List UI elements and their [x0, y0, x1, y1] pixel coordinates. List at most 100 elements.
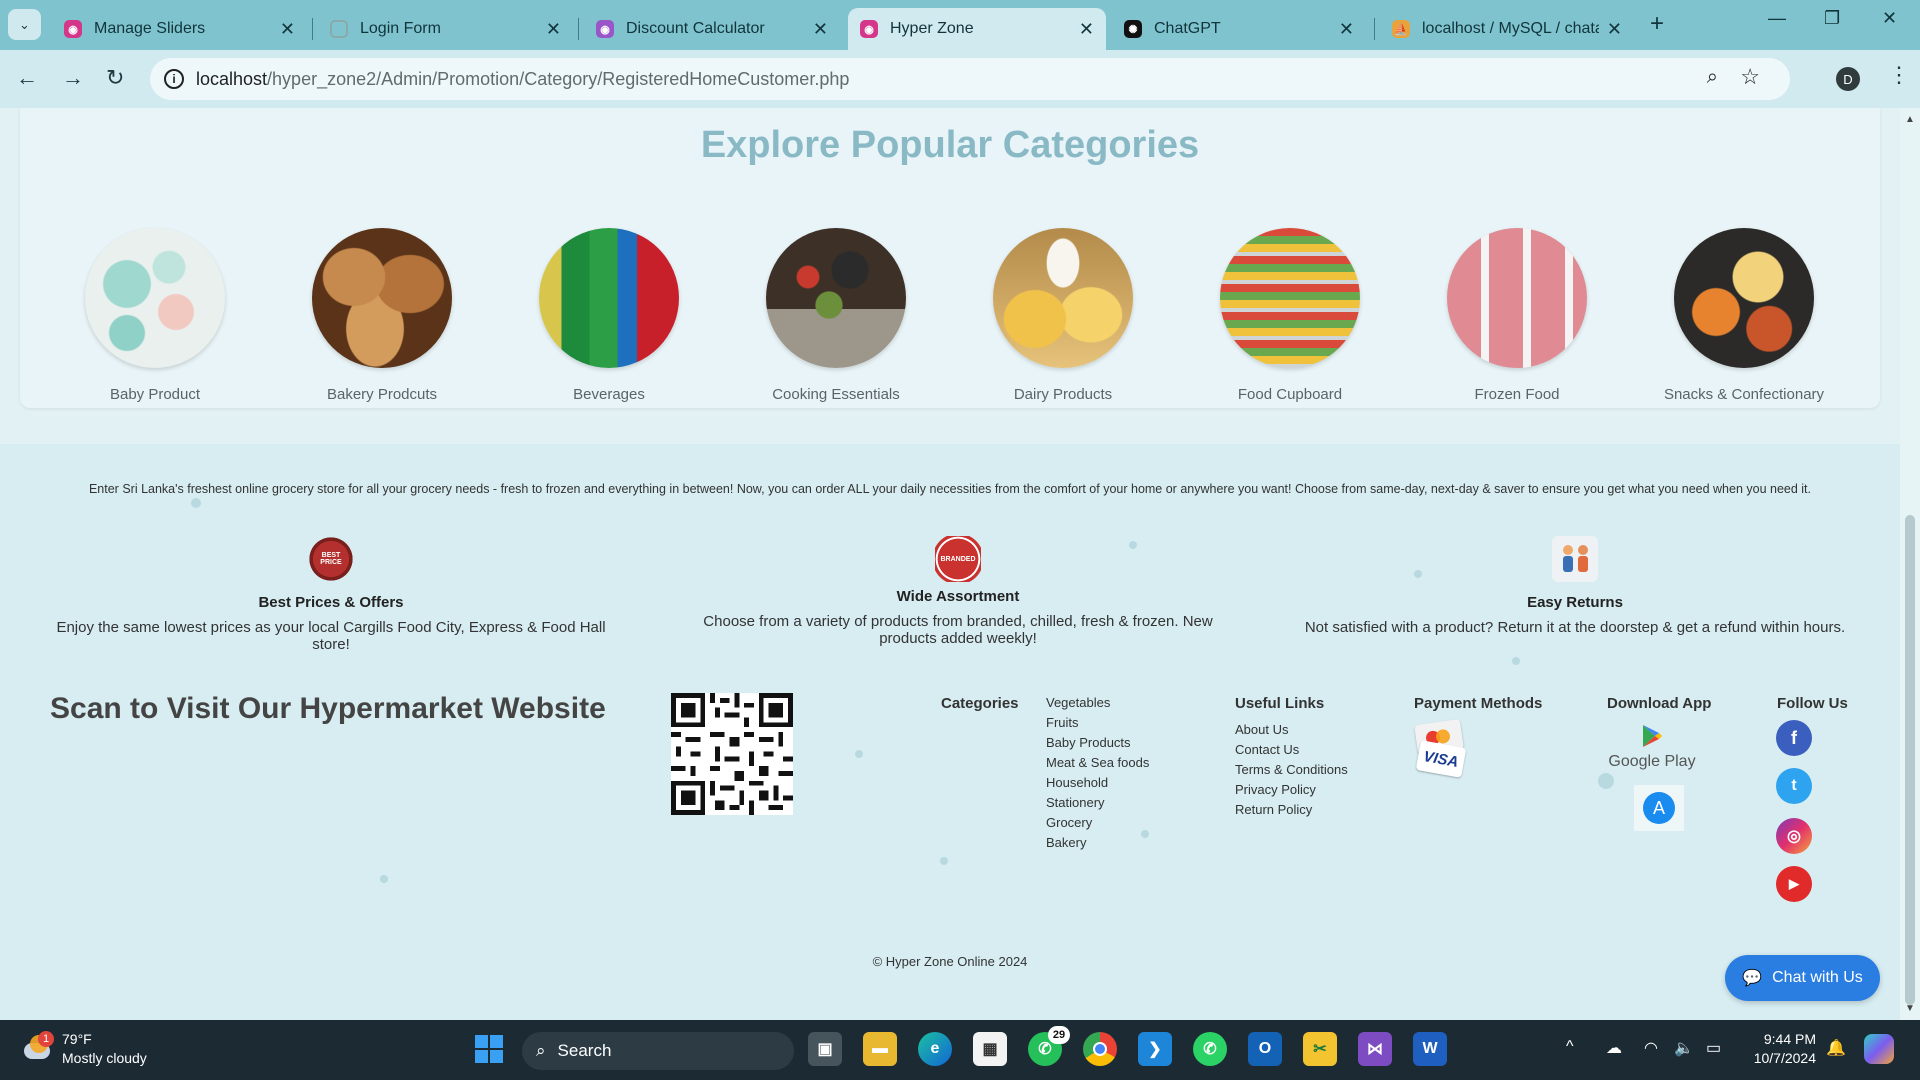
copilot-icon[interactable]	[1864, 1034, 1894, 1064]
menu-kebab-icon[interactable]: ⋮	[1888, 62, 1910, 88]
footer-link-grocery[interactable]: Grocery	[1046, 813, 1149, 833]
decorative-dot	[940, 857, 948, 865]
footer-link-fruits[interactable]: Fruits	[1046, 713, 1149, 733]
profile-avatar[interactable]: D	[1836, 67, 1860, 91]
close-icon[interactable]: ✕	[1339, 19, 1354, 40]
microsoft-store-icon[interactable]: ▦	[973, 1032, 1007, 1066]
scroll-down-arrow-icon[interactable]: ▼	[1905, 1003, 1915, 1014]
tab-login-form[interactable]: Login Form ✕	[318, 8, 573, 50]
instagram-icon[interactable]: ◎	[1776, 818, 1812, 854]
decorative-dot	[191, 498, 201, 508]
address-bar[interactable]: i localhost/hyper_zone2/Admin/Promotion/…	[150, 58, 1790, 100]
bookmark-star-icon[interactable]: ☆	[1740, 64, 1760, 90]
close-icon[interactable]: ✕	[1607, 19, 1622, 40]
category-snacks[interactable]: Snacks & Confectionary	[1654, 228, 1834, 403]
scrollbar-thumb[interactable]	[1905, 515, 1915, 1005]
tab-divider	[1374, 18, 1375, 40]
file-explorer-icon[interactable]: ▬	[863, 1032, 897, 1066]
wifi-icon[interactable]: ◠	[1644, 1038, 1658, 1058]
footer-link-bakery[interactable]: Bakery	[1046, 833, 1149, 853]
weather-widget[interactable]: 1 79°F Mostly cloudy	[20, 1030, 147, 1068]
zoom-icon[interactable]: ⌕	[1707, 66, 1718, 89]
word-icon[interactable]: W	[1413, 1032, 1447, 1066]
chrome-icon[interactable]	[1083, 1032, 1117, 1066]
site-favicon-icon: ◉	[860, 20, 878, 38]
tab-title: Login Form	[360, 20, 441, 37]
tab-search-button[interactable]: ⌄	[8, 9, 41, 40]
url-text[interactable]: localhost/hyper_zone2/Admin/Promotion/Ca…	[196, 69, 849, 90]
tab-chatgpt[interactable]: ✺ ChatGPT ✕	[1112, 8, 1366, 50]
category-label: Food Cupboard	[1237, 386, 1343, 403]
outlook-icon[interactable]: O	[1248, 1032, 1282, 1066]
copyright: © Hyper Zone Online 2024	[872, 954, 1028, 969]
close-icon[interactable]: ✕	[280, 19, 295, 40]
footer-link-meat-seafood[interactable]: Meat & Sea foods	[1046, 753, 1149, 773]
category-label: Baby Product	[109, 386, 201, 403]
windows-start-icon[interactable]	[472, 1032, 506, 1066]
visual-studio-icon[interactable]: ⋈	[1358, 1032, 1392, 1066]
app-store-badge[interactable]: A	[1634, 785, 1684, 831]
show-hidden-icons-chevron-icon[interactable]: ^	[1566, 1038, 1574, 1056]
download-column: Download App Google Play A	[1607, 695, 1711, 831]
twitter-icon[interactable]: t	[1776, 768, 1812, 804]
new-tab-icon[interactable]: +	[1650, 10, 1664, 38]
chat-with-us-button[interactable]: 💬 Chat with Us	[1725, 955, 1880, 1001]
snack-bowls-image	[1674, 228, 1814, 368]
snipping-tool-icon[interactable]: ✂	[1303, 1032, 1337, 1066]
scroll-up-arrow-icon[interactable]: ▲	[1905, 114, 1915, 125]
category-baby-product[interactable]: Baby Product	[65, 228, 245, 403]
google-play-badge[interactable]: Google Play	[1607, 724, 1697, 771]
volume-icon[interactable]: 🔈	[1674, 1038, 1694, 1058]
footer-link-vegetables[interactable]: Vegetables	[1046, 693, 1149, 713]
category-food-cupboard[interactable]: Food Cupboard	[1200, 228, 1380, 403]
categories-heading: Categories	[941, 695, 1019, 712]
task-view-icon[interactable]: ▣	[808, 1032, 842, 1066]
taskbar-clock[interactable]: 9:44 PM 10/7/2024	[1742, 1030, 1816, 1068]
category-cooking-essentials[interactable]: Cooking Essentials	[746, 228, 926, 403]
footer-link-household[interactable]: Household	[1046, 773, 1149, 793]
cloud-icon: 1	[20, 1031, 54, 1063]
vscode-icon[interactable]: ❯	[1138, 1032, 1172, 1066]
category-beverages[interactable]: Beverages	[519, 228, 699, 403]
category-dairy[interactable]: Dairy Products	[973, 228, 1153, 403]
footer-link-terms[interactable]: Terms & Conditions	[1235, 760, 1348, 780]
tab-manage-sliders[interactable]: ◉ Manage Sliders ✕	[52, 8, 307, 50]
tab-hyper-zone[interactable]: ◉ Hyper Zone ✕	[848, 8, 1106, 50]
close-window-icon[interactable]: ✕	[1882, 8, 1897, 29]
onedrive-icon[interactable]: ☁	[1606, 1038, 1622, 1058]
qr-code[interactable]	[671, 693, 793, 815]
category-label: Dairy Products	[1013, 386, 1113, 403]
category-frozen-food[interactable]: Frozen Food	[1427, 228, 1607, 403]
footer-link-stationery[interactable]: Stationery	[1046, 793, 1149, 813]
notification-bell-icon[interactable]: 🔔	[1826, 1038, 1846, 1058]
footer-link-contact[interactable]: Contact Us	[1235, 740, 1348, 760]
best-price-badge-icon: BEST PRICE	[308, 536, 354, 582]
whatsapp-icon[interactable]: ✆ 29	[1028, 1026, 1070, 1066]
facebook-icon[interactable]: f	[1776, 720, 1812, 756]
tab-phpmyadmin[interactable]: ⛵ localhost / MySQL / chatap ✕	[1380, 8, 1634, 50]
category-bakery[interactable]: Bakery Prodcuts	[292, 228, 472, 403]
tab-discount-calculator[interactable]: ◉ Discount Calculator ✕	[584, 8, 840, 50]
close-icon[interactable]: ✕	[1079, 19, 1094, 40]
forward-icon[interactable]: →	[62, 65, 84, 91]
payment-heading: Payment Methods	[1414, 695, 1543, 712]
search-icon: ⌕	[536, 1041, 546, 1060]
taskbar-search[interactable]: ⌕ Search	[522, 1032, 794, 1070]
reload-icon[interactable]: ↻	[106, 65, 124, 91]
whatsapp-desktop-icon[interactable]: ✆	[1193, 1032, 1227, 1066]
edge-icon[interactable]: e	[918, 1032, 952, 1066]
battery-icon[interactable]: ▭	[1706, 1038, 1721, 1058]
google-play-icon	[1643, 725, 1662, 747]
footer-link-about[interactable]: About Us	[1235, 720, 1348, 740]
back-icon[interactable]: ←	[16, 65, 38, 91]
close-icon[interactable]: ✕	[813, 19, 828, 40]
footer-link-return[interactable]: Return Policy	[1235, 800, 1348, 820]
footer-link-privacy[interactable]: Privacy Policy	[1235, 780, 1348, 800]
close-icon[interactable]: ✕	[546, 19, 561, 40]
youtube-icon[interactable]: ▶	[1776, 866, 1812, 902]
site-info-icon[interactable]: i	[164, 69, 184, 89]
restore-icon[interactable]: ❐	[1824, 8, 1840, 29]
minimize-icon[interactable]: —	[1768, 8, 1786, 29]
footer-link-baby-products[interactable]: Baby Products	[1046, 733, 1149, 753]
feature-wide-assortment: BRANDED Wide Assortment Choose from a va…	[696, 536, 1220, 647]
